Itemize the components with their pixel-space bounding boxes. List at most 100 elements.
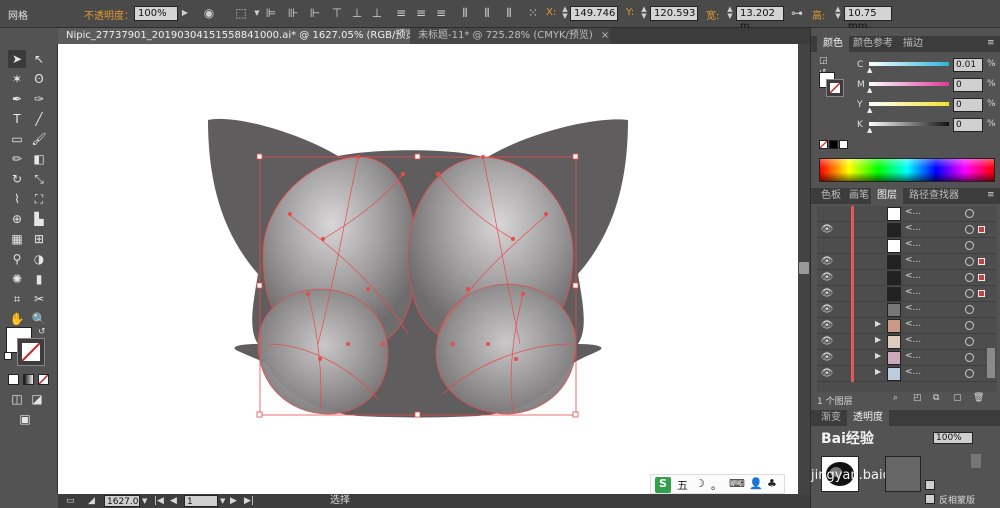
x-stepper-icon[interactable]: ▲ ▼ <box>561 6 569 21</box>
small-fill-stroke-icon[interactable]: ◲ <box>819 56 828 66</box>
type-tool-icon[interactable]: T <box>8 110 26 128</box>
artboard-number-input[interactable]: 1 <box>184 495 218 507</box>
layer-row[interactable]: <... <box>817 206 997 222</box>
align-right-icon[interactable]: ⊩ <box>308 6 322 20</box>
align-bottom-icon[interactable]: ⊥ <box>370 6 384 20</box>
lasso-tool-icon[interactable]: ʘ <box>30 70 48 88</box>
layers-scrollbar-thumb[interactable] <box>987 348 995 378</box>
screen-mode-icon[interactable]: ▣ <box>16 410 34 428</box>
target-icon[interactable] <box>965 209 974 218</box>
panel-menu-icon[interactable]: ≡ <box>987 38 995 48</box>
shape-builder-tool-icon[interactable]: ⊕ <box>8 210 26 228</box>
draw-behind-icon[interactable]: ◪ <box>28 390 46 408</box>
visibility-eye-icon[interactable]: 👁 <box>820 367 834 381</box>
perspective-grid-tool-icon[interactable]: ▦ <box>8 230 26 248</box>
layer-row[interactable]: 👁 ▶ <... <box>817 334 997 350</box>
rotate-tool-icon[interactable]: ↻ <box>8 170 26 188</box>
target-icon[interactable] <box>965 257 974 266</box>
zoom-down-icon[interactable]: ◢ <box>88 494 95 508</box>
opacity-percent-input[interactable]: 100% <box>933 432 973 444</box>
make-clipping-mask-icon[interactable]: ◰ <box>913 393 922 403</box>
target-icon[interactable] <box>965 273 974 282</box>
visibility-eye-icon[interactable]: 👁 <box>820 335 834 349</box>
white-swatch[interactable] <box>839 140 848 149</box>
artboard-canvas[interactable] <box>58 44 798 494</box>
live-paint-bucket-tool-icon[interactable]: ▙ <box>30 210 48 228</box>
artboard-tool-icon[interactable]: ⌗ <box>8 290 26 308</box>
selection-indicator[interactable] <box>978 258 985 265</box>
mask-thumbnail[interactable] <box>885 456 921 492</box>
direct-selection-tool-icon[interactable]: ↖ <box>30 50 48 68</box>
visibility-eye-icon[interactable]: 👁 <box>820 287 834 301</box>
magic-wand-tool-icon[interactable]: ✶ <box>8 70 26 88</box>
x-input[interactable]: 149.746 <box>570 6 618 21</box>
magenta-slider-track[interactable] <box>869 82 949 86</box>
tab-transparency[interactable]: 透明度 <box>847 410 889 426</box>
hand-tool-icon[interactable]: ✋ <box>8 310 26 328</box>
distribute-left-icon[interactable]: ⦀ <box>458 6 472 20</box>
layer-row[interactable]: 👁 <... <box>817 286 997 302</box>
first-artboard-icon[interactable]: |◀ <box>154 494 164 508</box>
visibility-eye-icon[interactable]: 👁 <box>820 223 834 237</box>
tab-color[interactable]: 颜色 <box>817 36 849 52</box>
keyboard-icon[interactable]: ⌨ <box>729 477 745 490</box>
align-horizontal-center-icon[interactable]: ⊪ <box>286 6 300 20</box>
width-stepper-icon[interactable]: ▲ ▼ <box>726 6 734 21</box>
black-slider-track[interactable] <box>869 122 949 126</box>
clip-checkbox[interactable] <box>925 480 935 490</box>
tab-color-guide[interactable]: 颜色参考 <box>847 36 899 52</box>
mesh-tool-icon[interactable]: ⊞ <box>30 230 48 248</box>
pen-tool-icon[interactable]: ✒ <box>8 90 26 108</box>
cat-face-artwork[interactable] <box>58 44 798 494</box>
cyan-value-input[interactable]: 0.01 <box>953 58 983 72</box>
none-mode-icon[interactable] <box>38 374 49 385</box>
y-input[interactable]: 120.593 <box>650 6 698 21</box>
mask-link-icon[interactable] <box>971 454 981 468</box>
zoom-level-input[interactable]: 1627.0 <box>104 495 140 507</box>
symbol-sprayer-tool-icon[interactable]: ✺ <box>8 270 26 288</box>
height-input[interactable]: 10.75 mm <box>844 6 892 32</box>
tab-pathfinder[interactable]: 路径查找器 <box>903 188 965 204</box>
visibility-eye-icon[interactable]: 👁 <box>820 351 834 365</box>
target-icon[interactable] <box>965 289 974 298</box>
height-stepper-icon[interactable]: ▲ ▼ <box>834 6 842 21</box>
delete-layer-icon[interactable]: 🗑 <box>973 393 984 403</box>
tab-stroke[interactable]: 描边 <box>897 36 929 52</box>
invert-mask-checkbox[interactable] <box>925 494 935 504</box>
scrollbar-thumb[interactable] <box>799 262 809 274</box>
close-icon[interactable]: × <box>601 30 609 41</box>
artboard-navigator-icon[interactable]: ▭ <box>66 494 75 508</box>
eyedropper-tool-icon[interactable]: ⚲ <box>8 250 26 268</box>
selection-indicator[interactable] <box>978 226 985 233</box>
new-layer-icon[interactable]: ▢ <box>953 393 962 403</box>
curvature-tool-icon[interactable]: ✑ <box>30 90 48 108</box>
column-graph-tool-icon[interactable]: ▮ <box>30 270 48 288</box>
blend-tool-icon[interactable]: ◑ <box>30 250 48 268</box>
slice-tool-icon[interactable]: ✂ <box>30 290 48 308</box>
target-icon[interactable] <box>965 337 974 346</box>
distribute-top-icon[interactable]: ≡ <box>394 6 408 20</box>
black-slider-row[interactable]: K ▲ 0 % <box>857 118 997 134</box>
artboard-dropdown-icon[interactable]: ▼ <box>220 494 225 508</box>
layer-row[interactable]: 👁 <... <box>817 270 997 286</box>
y-stepper-icon[interactable]: ▲ ▼ <box>640 6 648 21</box>
color-spectrum-bar[interactable] <box>819 158 995 182</box>
expand-arrow-icon[interactable]: ▶ <box>875 335 881 344</box>
tab-layers[interactable]: 图层 <box>871 188 903 204</box>
scale-tool-icon[interactable]: ⤡ <box>30 170 48 188</box>
tab-nipic-document[interactable]: Nipic_27737901_20190304151558841000.ai* … <box>58 28 436 44</box>
locate-object-icon[interactable]: ⌕ <box>893 393 898 403</box>
sogou-logo-icon[interactable]: S <box>655 477 671 493</box>
zoom-dropdown-icon[interactable]: ▼ <box>142 494 147 508</box>
opacity-label[interactable]: 不透明度： <box>84 7 134 22</box>
none-swatch[interactable] <box>819 140 828 149</box>
cyan-slider-row[interactable]: C ▲ 0.01 % <box>857 58 997 74</box>
layer-row[interactable]: 👁 <... <box>817 302 997 318</box>
gradient-mode-icon[interactable] <box>23 374 34 385</box>
panel-stroke-swatch[interactable] <box>826 79 844 97</box>
ime-toolbar[interactable]: S 五 ☽ 。 ⌨ 👤 ♣ <box>650 474 785 494</box>
cyan-slider-track[interactable] <box>869 62 949 66</box>
tab-gradient[interactable]: 渐变 <box>815 410 847 426</box>
expand-arrow-icon[interactable]: ▶ <box>875 319 881 328</box>
vertical-scrollbar[interactable] <box>798 44 810 494</box>
